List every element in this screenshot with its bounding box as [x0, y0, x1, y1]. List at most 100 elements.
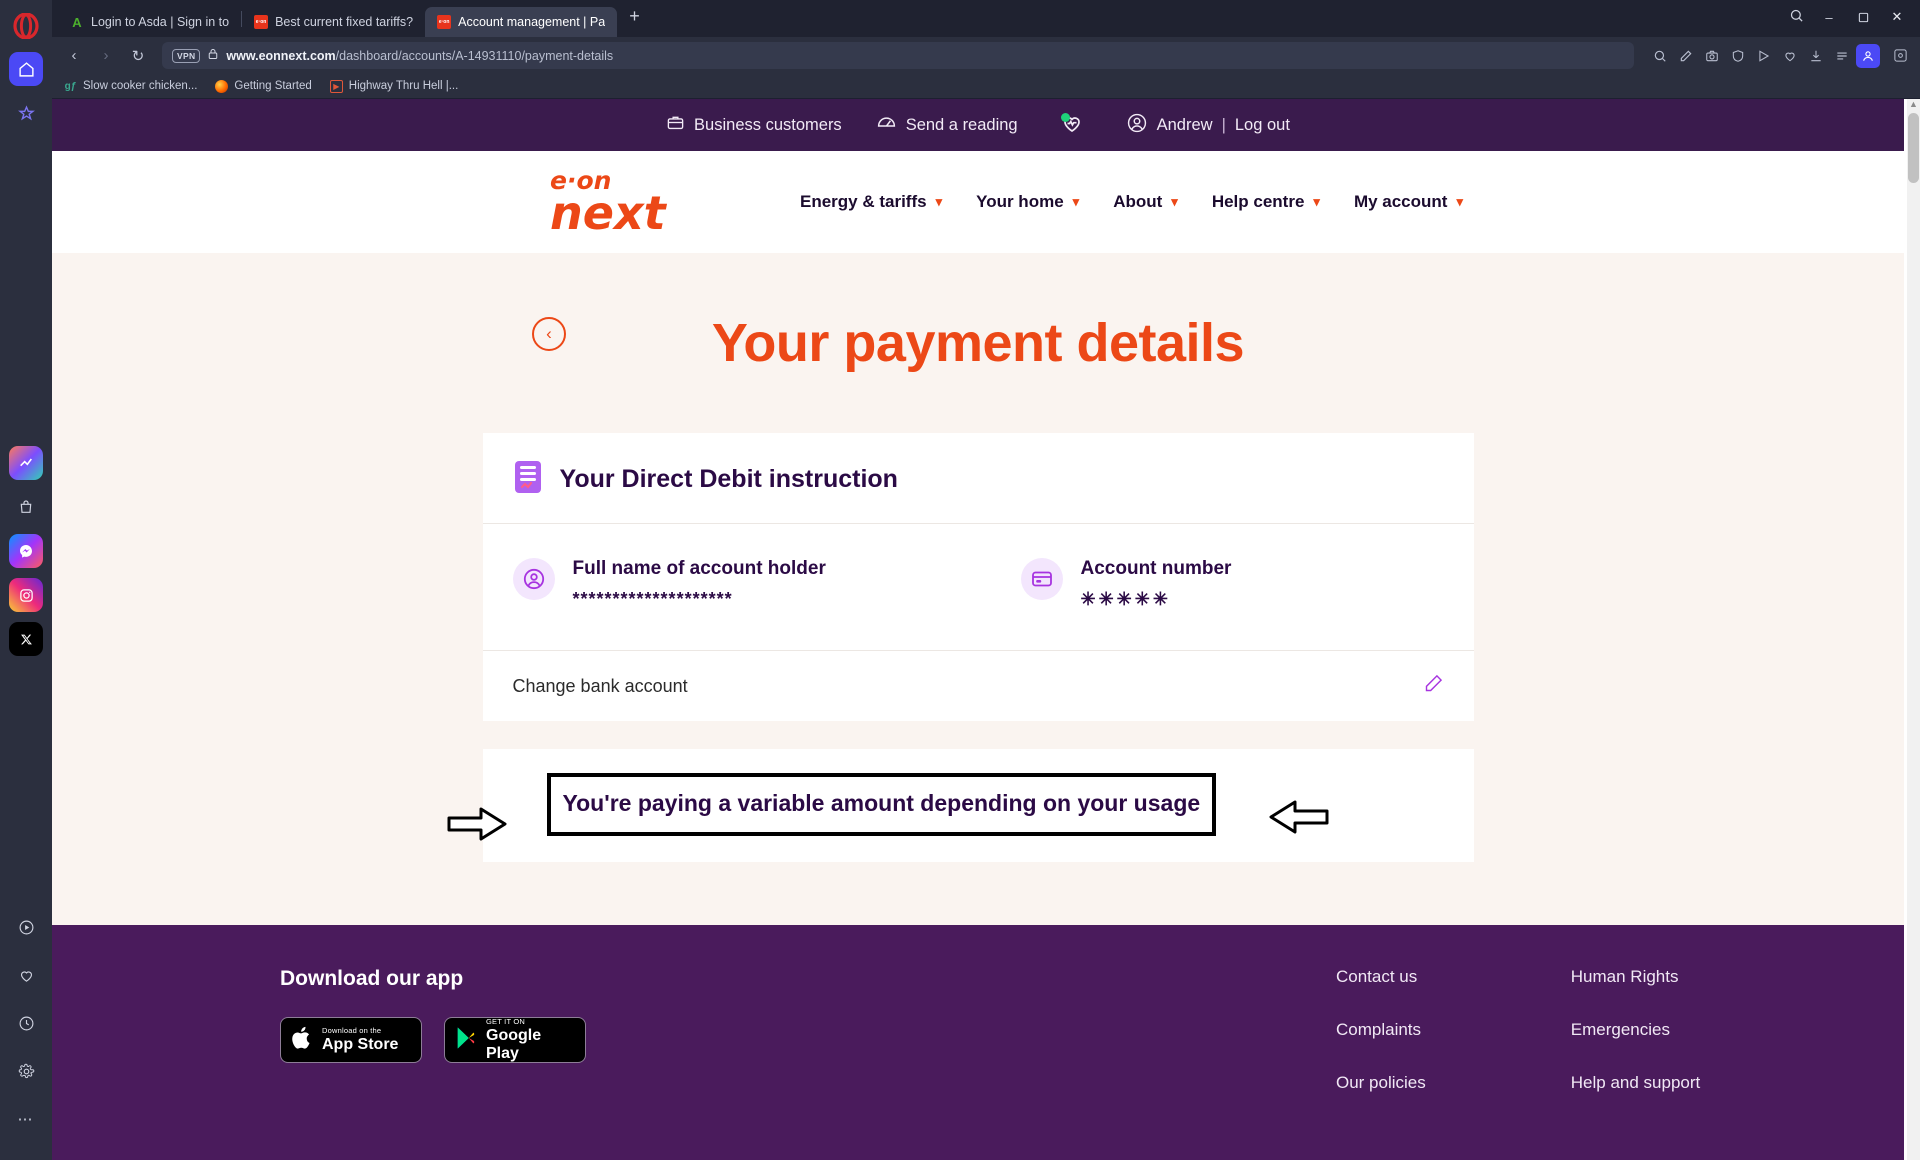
apple-logo-icon — [291, 1025, 313, 1056]
account-holder-value: ******************** — [572, 589, 733, 609]
eon-next-page: Business customers Send a reading Andrew… — [52, 99, 1904, 1160]
nav-item-my-account[interactable]: My account ▾ — [1354, 192, 1463, 212]
nav-item-help-centre[interactable]: Help centre ▾ — [1212, 192, 1320, 212]
sidebar-item-messenger[interactable] — [9, 534, 43, 568]
sidebar-item-more[interactable]: ⋯ — [9, 1102, 43, 1136]
sidebar-item-x-twitter[interactable] — [9, 622, 43, 656]
main-navigation: Energy & tariffs ▾ Your home ▾ About ▾ Help… — [800, 192, 1463, 212]
nav-item-about[interactable]: About ▾ — [1113, 192, 1178, 212]
back-arrow-button[interactable]: ‹ — [532, 317, 566, 351]
edit-icon[interactable] — [1674, 44, 1698, 68]
nav-item-your-home[interactable]: Your home ▾ — [976, 192, 1079, 212]
payment-type-card: You're paying a variable amount dependin… — [447, 749, 1474, 862]
search-icon[interactable] — [1789, 8, 1804, 26]
sidebar-item-shopping[interactable] — [9, 490, 43, 524]
status-dot — [1060, 112, 1070, 122]
bookmark-slow-cooker[interactable]: gƒ Slow cooker chicken... — [64, 80, 198, 93]
bookmark-label: Getting Started — [234, 80, 312, 92]
account-holder-label: Full name of account holder — [572, 558, 826, 579]
menu-lines-icon[interactable] — [1830, 44, 1854, 68]
url-bar[interactable]: VPN www.eonnext.com/dashboard/accounts/A… — [162, 42, 1634, 69]
health-status-icon-wrap[interactable] — [1060, 111, 1084, 140]
url-text: www.eonnext.com/dashboard/accounts/A-149… — [226, 49, 613, 63]
sidebar-item-instagram[interactable] — [9, 578, 43, 612]
pencil-edit-icon[interactable] — [1424, 673, 1444, 699]
sidebar-item-heart[interactable] — [9, 958, 43, 992]
sidebar-item-favourites[interactable] — [9, 96, 43, 130]
tab-strip: A Login to Asda | Sign in to e·on Best c… — [52, 0, 1920, 37]
meter-gauge-icon — [876, 112, 897, 138]
app-store-sub: Download on the — [322, 1025, 382, 1035]
annotation-highlight-box: You're paying a variable amount dependin… — [546, 773, 1217, 836]
reload-button[interactable]: ↻ — [124, 42, 152, 70]
account-menu[interactable]: Andrew | Log out — [1126, 112, 1290, 139]
browser-window: ⋯ A Login to Asda | Sign in to e·on Best… — [0, 0, 1920, 1160]
footer-link-emergencies[interactable]: Emergencies — [1571, 1020, 1700, 1040]
bookmark-getting-started[interactable]: Getting Started — [215, 79, 312, 93]
annotation-arrow-left-icon — [447, 806, 509, 847]
account-number-block: Account number ✳✳✳✳✳ — [983, 558, 1231, 610]
footer-link-help-and-support[interactable]: Help and support — [1571, 1073, 1700, 1093]
download-app-heading: Download our app — [280, 967, 464, 990]
page-scrollbar[interactable]: ▲ — [1907, 99, 1920, 1160]
opera-logo-icon[interactable] — [6, 6, 46, 46]
eon-next-logo[interactable]: e·on next — [550, 169, 666, 237]
scrollbar-up-arrow[interactable]: ▲ — [1908, 99, 1919, 109]
tab-account-management[interactable]: e·on Account management | Pa — [425, 7, 618, 37]
forward-button[interactable]: › — [92, 42, 120, 70]
chevron-down-icon: ▾ — [1171, 194, 1178, 209]
snapshot-camera-icon[interactable] — [1700, 44, 1724, 68]
shield-icon[interactable] — [1726, 44, 1750, 68]
sidebar-item-settings[interactable] — [9, 1054, 43, 1088]
extensions-icon[interactable] — [1888, 44, 1912, 68]
direct-debit-card-header: Your Direct Debit instruction — [482, 433, 1474, 524]
download-icon[interactable] — [1804, 44, 1828, 68]
player-icon[interactable] — [1752, 44, 1776, 68]
footer-link-contact-us[interactable]: Contact us — [1336, 967, 1426, 987]
sidebar-item-history[interactable] — [9, 1006, 43, 1040]
footer-link-complaints[interactable]: Complaints — [1336, 1020, 1426, 1040]
bookmark-highway-thru-hell[interactable]: ▶ Highway Thru Hell |... — [329, 79, 458, 93]
person-icon — [512, 558, 555, 600]
separator: | — [1221, 115, 1226, 134]
nav-label: My account — [1353, 192, 1448, 211]
scrollbar-thumb[interactable] — [1908, 113, 1919, 183]
footer-links-column-1: Contact us Complaints Our policies — [1336, 967, 1426, 1093]
site-utility-bar: Business customers Send a reading Andrew… — [52, 99, 1904, 151]
business-customers-label: Business customers — [694, 115, 842, 134]
nav-label: Energy & tariffs — [800, 192, 927, 211]
credit-card-icon — [1020, 558, 1063, 600]
app-store-badge[interactable]: Download on the App Store — [280, 1017, 422, 1063]
main-content: ‹ Your payment details Your Direct Debit… — [52, 253, 1904, 925]
footer-link-human-rights[interactable]: Human Rights — [1571, 967, 1700, 987]
change-bank-account-row[interactable]: Change bank account — [482, 650, 1474, 721]
tab-best-tariffs[interactable]: e·on Best current fixed tariffs? — [242, 7, 425, 37]
new-tab-button[interactable]: + — [617, 6, 652, 31]
sidebar-item-pinboard[interactable] — [9, 446, 43, 480]
back-button[interactable]: ‹ — [60, 42, 88, 70]
close-button[interactable]: ✕ — [1882, 4, 1912, 30]
google-docs-icon: gƒ — [64, 80, 77, 92]
maximize-button[interactable] — [1848, 4, 1878, 30]
nav-item-energy-tariffs[interactable]: Energy & tariffs ▾ — [800, 192, 942, 212]
window-controls: – ✕ — [1789, 4, 1912, 30]
zoom-search-icon[interactable] — [1648, 44, 1672, 68]
logout-link[interactable]: Log out — [1235, 116, 1290, 135]
google-play-badge[interactable]: GET IT ON Google Play — [444, 1017, 586, 1063]
vpn-badge[interactable]: VPN — [172, 48, 201, 63]
chevron-down-icon: ▾ — [1313, 194, 1320, 209]
tab-login-asda[interactable]: A Login to Asda | Sign in to — [58, 7, 241, 37]
change-bank-account-label: Change bank account — [512, 675, 688, 696]
heart-icon[interactable] — [1778, 44, 1802, 68]
sidebar-item-player[interactable] — [9, 910, 43, 944]
business-customers-link[interactable]: Business customers — [666, 113, 842, 137]
page-title: Your payment details — [711, 313, 1245, 373]
sidebar-item-home[interactable] — [9, 52, 43, 86]
send-a-reading-link[interactable]: Send a reading — [876, 112, 1018, 138]
app-store-badges: Download on the App Store GET IT ON Goog… — [280, 1017, 586, 1063]
minimize-button[interactable]: – — [1814, 4, 1844, 30]
profile-icon[interactable] — [1856, 43, 1880, 68]
tab-label: Best current fixed tariffs? — [275, 15, 414, 29]
browser-chrome: A Login to Asda | Sign in to e·on Best c… — [52, 0, 1920, 1160]
footer-link-our-policies[interactable]: Our policies — [1336, 1073, 1426, 1093]
